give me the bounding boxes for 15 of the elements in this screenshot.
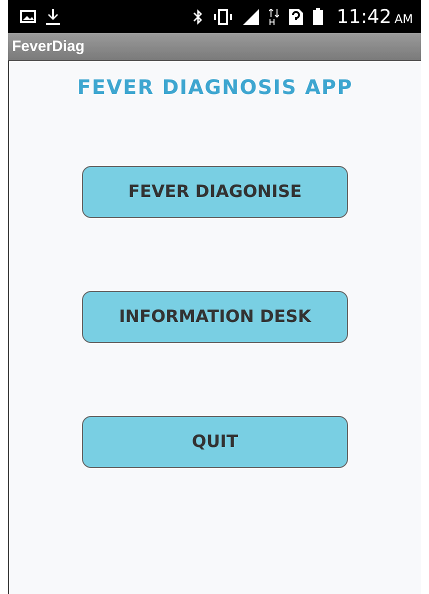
menu-button[interactable]: QUIT bbox=[82, 416, 348, 468]
app-heading: FEVER DIAGNOSIS APP bbox=[77, 75, 353, 99]
signal-icon bbox=[242, 8, 259, 24]
bluetooth-icon bbox=[192, 8, 203, 24]
data-arrows-icon bbox=[268, 8, 279, 24]
sim-question-icon bbox=[288, 8, 303, 24]
menu-button[interactable]: FEVER DIAGONISE bbox=[82, 166, 348, 218]
battery-icon bbox=[312, 8, 323, 25]
app-title: FeverDiag bbox=[12, 38, 85, 55]
clock-time: 11:42 bbox=[336, 6, 392, 28]
download-icon bbox=[46, 8, 60, 24]
clock-period: AM bbox=[394, 12, 413, 26]
image-icon bbox=[20, 10, 36, 23]
vibrate-icon bbox=[212, 8, 233, 24]
menu-button[interactable]: INFORMATION DESK bbox=[82, 291, 348, 343]
